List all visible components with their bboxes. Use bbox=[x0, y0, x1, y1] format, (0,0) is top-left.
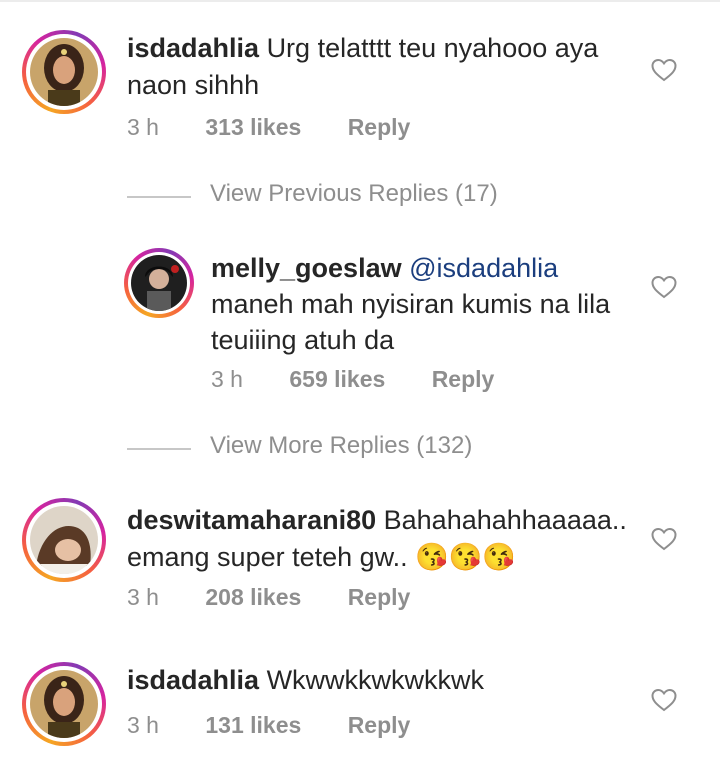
comment-text: deswitamaharani80 Bahahahahhaaaaa.. eman… bbox=[127, 502, 647, 576]
comment-text: melly_goeslaw @isdadahlia maneh mah nyis… bbox=[211, 250, 611, 358]
avatar-photo-icon bbox=[30, 506, 98, 574]
avatar-photo-icon bbox=[30, 38, 98, 106]
avatar[interactable] bbox=[22, 662, 106, 746]
timestamp: 3 h bbox=[127, 114, 159, 140]
avatar[interactable] bbox=[124, 248, 194, 318]
top-divider bbox=[0, 0, 720, 2]
likes-count[interactable]: 313 likes bbox=[205, 114, 301, 140]
mention-link[interactable]: @isdadahlia bbox=[409, 253, 558, 283]
heart-outline-icon[interactable] bbox=[651, 58, 677, 82]
username-link[interactable]: isdadahlia bbox=[127, 33, 259, 63]
heart-outline-icon[interactable] bbox=[651, 527, 677, 551]
timestamp: 3 h bbox=[127, 712, 159, 738]
replies-divider bbox=[127, 448, 191, 450]
username-link[interactable]: deswitamaharani80 bbox=[127, 505, 376, 535]
reply-button[interactable]: Reply bbox=[432, 366, 495, 392]
view-more-replies[interactable]: View More Replies (132) bbox=[0, 428, 720, 468]
avatar[interactable] bbox=[22, 30, 106, 114]
comment-text: isdadahlia Wkwwkkwkwkkwk bbox=[127, 662, 647, 699]
comment-meta: 3 h 208 likes Reply bbox=[127, 584, 410, 611]
comment-body: maneh mah nyisiran kumis na lila teuiiin… bbox=[211, 289, 611, 355]
comment-meta: 3 h 659 likes Reply bbox=[211, 366, 494, 393]
view-more-replies-label[interactable]: View More Replies (132) bbox=[210, 432, 472, 460]
view-previous-replies-label[interactable]: View Previous Replies (17) bbox=[210, 180, 498, 208]
comment-body: Wkwwkkwkwkkwk bbox=[266, 665, 485, 695]
heart-outline-icon[interactable] bbox=[651, 275, 677, 299]
avatar-photo-icon bbox=[30, 670, 98, 738]
reply-button[interactable]: Reply bbox=[348, 114, 411, 140]
comment-meta: 3 h 313 likes Reply bbox=[127, 114, 410, 141]
likes-count[interactable]: 131 likes bbox=[205, 712, 301, 738]
reply-button[interactable]: Reply bbox=[348, 584, 411, 610]
likes-count[interactable]: 659 likes bbox=[289, 366, 385, 392]
heart-outline-icon[interactable] bbox=[651, 688, 677, 712]
view-previous-replies[interactable]: View Previous Replies (17) bbox=[0, 176, 720, 216]
replies-divider bbox=[127, 196, 191, 198]
username-link[interactable]: melly_goeslaw bbox=[211, 253, 402, 283]
avatar[interactable] bbox=[22, 498, 106, 582]
timestamp: 3 h bbox=[127, 584, 159, 610]
comment-meta: 3 h 131 likes Reply bbox=[127, 712, 410, 739]
avatar-photo-icon bbox=[131, 255, 187, 311]
likes-count[interactable]: 208 likes bbox=[205, 584, 301, 610]
comment-text: isdadahlia Urg telatttt teu nyahooo aya … bbox=[127, 30, 637, 104]
reply-button[interactable]: Reply bbox=[348, 712, 411, 738]
timestamp: 3 h bbox=[211, 366, 243, 392]
username-link[interactable]: isdadahlia bbox=[127, 665, 259, 695]
